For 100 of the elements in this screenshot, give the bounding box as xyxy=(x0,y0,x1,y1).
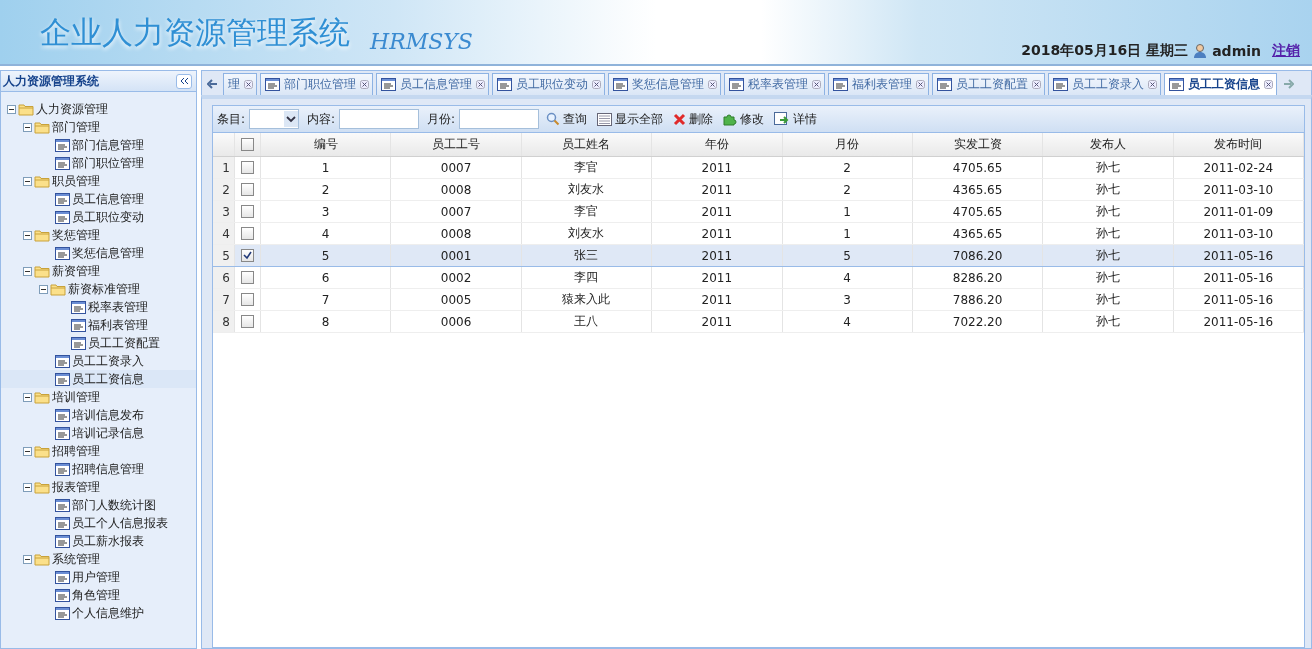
column-header[interactable]: 发布人 xyxy=(1043,133,1174,156)
tree-item[interactable]: 培训信息发布 xyxy=(1,406,196,424)
row-checkbox[interactable] xyxy=(241,161,254,174)
column-header[interactable]: 员工姓名 xyxy=(521,133,653,156)
tree-item[interactable]: 角色管理 xyxy=(1,586,196,604)
close-icon[interactable] xyxy=(1032,80,1041,89)
toolbar-button[interactable]: 显示全部 xyxy=(594,109,667,129)
row-checkbox[interactable] xyxy=(241,183,254,196)
collapse-toggle-icon[interactable] xyxy=(23,392,32,402)
collapse-toggle-icon[interactable] xyxy=(7,104,16,114)
row-number: 5 xyxy=(213,245,235,266)
table-row[interactable]: 8 8 0006 王八 2011 4 7022.20 孙七 2011-05-16 xyxy=(213,311,1304,333)
table-row[interactable]: 6 6 0002 李四 2011 4 8286.20 孙七 2011-05-16 xyxy=(213,267,1304,289)
tree-item[interactable]: 员工工资配置 xyxy=(1,334,196,352)
tree-item[interactable]: 招聘信息管理 xyxy=(1,460,196,478)
close-icon[interactable] xyxy=(592,80,601,89)
tree-item[interactable]: 员工个人信息报表 xyxy=(1,514,196,532)
close-icon[interactable] xyxy=(708,80,717,89)
tab[interactable]: 奖惩信息管理 xyxy=(608,73,721,95)
system-subtitle: HRMSYS xyxy=(370,29,473,54)
close-icon[interactable] xyxy=(1264,80,1273,89)
tree-item[interactable]: 个人信息维护 xyxy=(1,604,196,622)
tree-item[interactable]: 招聘管理 xyxy=(1,442,196,460)
logout-link[interactable]: 注销 xyxy=(1272,42,1300,60)
column-header[interactable]: 编号 xyxy=(261,133,392,156)
column-header[interactable]: 月份 xyxy=(782,133,913,156)
tree-item[interactable]: 员工工资录入 xyxy=(1,352,196,370)
column-header[interactable]: 实发工资 xyxy=(912,133,1044,156)
toolbar-button[interactable]: 查询 xyxy=(543,109,591,129)
tree-item[interactable]: 人力资源管理 xyxy=(1,100,196,118)
close-icon[interactable] xyxy=(476,80,485,89)
collapse-toggle-icon[interactable] xyxy=(23,554,32,564)
table-row[interactable]: 7 7 0005 猿来入此 2011 3 7886.20 孙七 2011-05-16 xyxy=(213,289,1304,311)
collapse-toggle-icon[interactable] xyxy=(23,482,32,492)
collapse-button[interactable] xyxy=(176,73,192,89)
row-number: 2 xyxy=(213,179,235,200)
close-icon[interactable] xyxy=(244,80,253,89)
selected-tree-item[interactable]: 员工工资信息 xyxy=(1,370,196,388)
tab[interactable]: 员工信息管理 xyxy=(376,73,489,95)
tree-item[interactable]: 员工职位变动 xyxy=(1,208,196,226)
tree-item[interactable]: 薪资标准管理 xyxy=(1,280,196,298)
tree-item[interactable]: 部门职位管理 xyxy=(1,154,196,172)
tab[interactable]: 员工工资信息 xyxy=(1164,73,1277,95)
tree-item[interactable]: 部门人数统计图 xyxy=(1,496,196,514)
toolbar-button[interactable]: 修改 xyxy=(720,109,768,129)
input-field[interactable] xyxy=(339,109,420,129)
document-icon xyxy=(55,156,70,170)
collapse-toggle-icon[interactable] xyxy=(23,230,32,240)
select-field[interactable] xyxy=(249,109,300,129)
tree-item[interactable]: 奖惩管理 xyxy=(1,226,196,244)
tab[interactable]: 员工工资配置 xyxy=(932,73,1045,95)
tree-item[interactable]: 奖惩信息管理 xyxy=(1,244,196,262)
tree-item[interactable]: 培训记录信息 xyxy=(1,424,196,442)
input-field[interactable] xyxy=(459,109,540,129)
tree-item[interactable]: 系统管理 xyxy=(1,550,196,568)
tree-item[interactable]: 职员管理 xyxy=(1,172,196,190)
tree-item[interactable]: 福利表管理 xyxy=(1,316,196,334)
tab[interactable]: 理 xyxy=(223,73,257,95)
row-checkbox[interactable] xyxy=(241,293,254,306)
tree-item[interactable]: 员工薪水报表 xyxy=(1,532,196,550)
select-all-checkbox[interactable] xyxy=(241,138,254,151)
tab[interactable]: 部门职位管理 xyxy=(260,73,373,95)
column-header[interactable]: 年份 xyxy=(652,133,783,156)
tab[interactable]: 福利表管理 xyxy=(828,73,929,95)
collapse-toggle-icon[interactable] xyxy=(23,266,32,276)
tab[interactable]: 员工工资录入 xyxy=(1048,73,1161,95)
tree-item[interactable]: 用户管理 xyxy=(1,568,196,586)
table-cell: 张三 xyxy=(521,245,653,266)
table-row[interactable]: 4 4 0008 刘友水 2011 1 4365.65 孙七 2011-03-10 xyxy=(213,223,1304,245)
column-header[interactable]: 发布时间 xyxy=(1173,133,1304,156)
tree-item[interactable]: 员工信息管理 xyxy=(1,190,196,208)
row-checkbox[interactable] xyxy=(241,249,254,262)
row-checkbox[interactable] xyxy=(241,205,254,218)
tree-item[interactable]: 薪资管理 xyxy=(1,262,196,280)
collapse-toggle-icon[interactable] xyxy=(39,284,48,294)
tree-item[interactable]: 税率表管理 xyxy=(1,298,196,316)
collapse-toggle-icon[interactable] xyxy=(23,446,32,456)
toolbar-button[interactable]: 详情 xyxy=(771,109,821,129)
close-icon[interactable] xyxy=(360,80,369,89)
close-icon[interactable] xyxy=(1148,80,1157,89)
table-cell: 刘友水 xyxy=(521,223,653,244)
selected-table-row[interactable]: 5 5 0001 张三 2011 5 7086.20 孙七 2011-05-16 xyxy=(213,245,1304,267)
row-checkbox[interactable] xyxy=(241,315,254,328)
close-icon[interactable] xyxy=(812,80,821,89)
row-checkbox[interactable] xyxy=(241,227,254,240)
tab[interactable]: 员工职位变动 xyxy=(492,73,605,95)
tree-item[interactable]: 报表管理 xyxy=(1,478,196,496)
collapse-toggle-icon[interactable] xyxy=(23,176,32,186)
tree-item[interactable]: 培训管理 xyxy=(1,388,196,406)
table-row[interactable]: 1 1 0007 李官 2011 2 4705.65 孙七 2011-02-24 xyxy=(213,157,1304,179)
row-checkbox[interactable] xyxy=(241,271,254,284)
toolbar-button[interactable]: 删除 xyxy=(670,109,717,129)
close-icon[interactable] xyxy=(916,80,925,89)
table-row[interactable]: 3 3 0007 李官 2011 1 4705.65 孙七 2011-01-09 xyxy=(213,201,1304,223)
tree-item[interactable]: 部门信息管理 xyxy=(1,136,196,154)
tab[interactable]: 税率表管理 xyxy=(724,73,825,95)
tree-item[interactable]: 部门管理 xyxy=(1,118,196,136)
table-row[interactable]: 2 2 0008 刘友水 2011 2 4365.65 孙七 2011-03-10 xyxy=(213,179,1304,201)
collapse-toggle-icon[interactable] xyxy=(23,122,32,132)
column-header[interactable]: 员工工号 xyxy=(391,133,522,156)
